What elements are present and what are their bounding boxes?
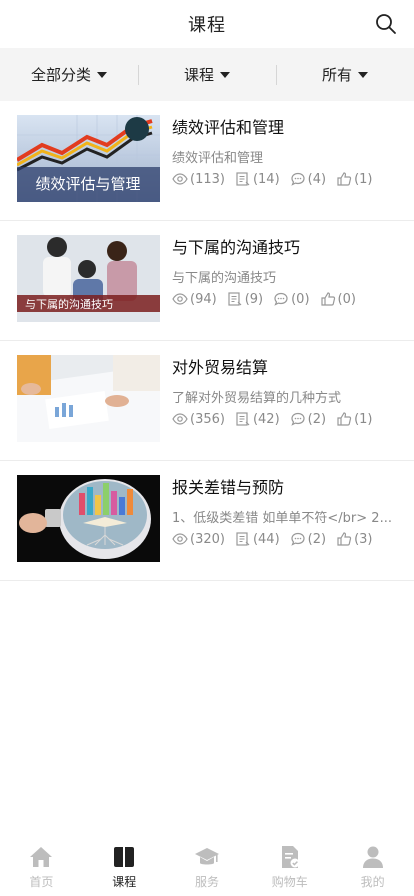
like-count: (1) [354,171,373,187]
lesson-list-icon [228,292,242,306]
filter-scope-dropdown[interactable]: 所有 [276,64,414,85]
comment-count: (2) [307,531,327,547]
lesson-count: (44) [252,531,280,547]
comment-icon [291,412,305,426]
course-title: 报关差错与预防 [172,478,285,497]
book-icon [114,847,135,867]
comment-count: (4) [307,171,327,187]
filter-category-dropdown[interactable]: 全部分类 [0,64,138,85]
course-item[interactable]: 对外贸易结算 了解对外贸易结算的几种方式 (356) (42) (2) (1) [0,341,414,461]
lesson-count: (9) [244,291,264,307]
view-count: (113) [190,171,225,187]
tab-label: 首页 [29,875,54,889]
tab-services[interactable]: 服务 [166,840,249,896]
course-item[interactable]: 报关差错与预防 1、低级类差错 如单单不符</br> 2... (320) (4… [0,461,414,581]
caret-down-icon [220,71,230,78]
thumbs-up-icon [337,172,352,186]
course-title: 对外贸易结算 [172,358,269,377]
thumbs-up-icon [320,292,335,306]
comment-count: (0) [291,291,310,307]
lesson-list-icon [236,412,250,426]
like-count: (1) [354,411,373,427]
search-icon[interactable] [374,12,398,36]
comment-count: (2) [307,411,327,427]
filter-type-dropdown[interactable]: 课程 [138,64,276,85]
course-description: 1、低级类差错 如单单不符</br> 2... [172,511,392,526]
like-count: (0) [337,291,356,307]
course-description: 与下属的沟通技巧 [172,271,277,286]
tab-home[interactable]: 首页 [0,840,83,896]
view-count: (356) [190,411,225,427]
thumbs-up-icon [337,412,352,426]
view-count: (94) [190,291,217,307]
eye-icon [172,293,188,305]
filter-type-label: 课程 [183,66,214,84]
caret-down-icon [97,71,107,78]
course-title: 与下属的沟通技巧 [172,238,301,257]
course-thumbnail [17,475,160,562]
thumbnail-caption: 绩效评估与管理 [35,175,140,193]
lesson-list-icon [236,172,250,186]
course-thumbnail [17,355,160,442]
bottom-tab-bar: 首页 课程 服务 购物车 我的 [0,840,414,896]
lesson-count: (42) [252,411,280,427]
comment-icon [291,172,305,186]
view-count: (320) [190,531,225,547]
tab-cart[interactable]: 购物车 [248,840,331,896]
course-stats: (356) (42) (2) (1) [172,411,394,427]
course-thumbnail: 绩效评估与管理 [17,115,160,202]
comment-icon [274,292,288,306]
course-stats: (320) (44) (2) (3) [172,531,394,547]
course-list: 绩效评估与管理 绩效评估和管理 绩效评估和管理 (113) (14) (4) (… [0,101,414,581]
course-description: 了解对外贸易结算的几种方式 [172,391,342,406]
page-title: 课程 [188,15,226,36]
top-nav-bar: 课程 [0,0,414,48]
user-icon [362,846,383,868]
comment-icon [291,532,305,546]
tab-label: 购物车 [271,875,308,889]
eye-icon [172,173,188,185]
cart-document-icon [281,846,300,868]
course-title: 绩效评估和管理 [172,118,285,137]
lesson-list-icon [236,532,250,546]
thumbs-up-icon [337,532,352,546]
tab-profile[interactable]: 我的 [331,840,414,896]
filter-bar: 全部分类 课程 所有 [0,48,414,101]
tab-label: 我的 [360,875,385,889]
tab-label: 服务 [194,875,219,889]
course-stats: (94) (9) (0) (0) [172,291,394,307]
course-thumbnail: 与下属的沟通技巧 [17,235,160,322]
tab-courses[interactable]: 课程 [83,840,166,896]
filter-category-label: 全部分类 [30,66,91,84]
filter-scope-label: 所有 [321,66,352,84]
lesson-count: (14) [252,171,280,187]
graduation-cap-icon [194,848,219,865]
like-count: (3) [354,531,373,547]
caret-down-icon [358,71,368,78]
course-item[interactable]: 与下属的沟通技巧 与下属的沟通技巧 与下属的沟通技巧 (94) (9) (0) … [0,221,414,341]
tab-label: 课程 [112,875,137,889]
eye-icon [172,413,188,425]
home-icon [30,847,53,867]
course-stats: (113) (14) (4) (1) [172,171,394,187]
thumbnail-caption: 与下属的沟通技巧 [25,297,113,311]
course-description: 绩效评估和管理 [172,151,264,166]
course-item[interactable]: 绩效评估与管理 绩效评估和管理 绩效评估和管理 (113) (14) (4) (… [0,101,414,221]
eye-icon [172,533,188,545]
